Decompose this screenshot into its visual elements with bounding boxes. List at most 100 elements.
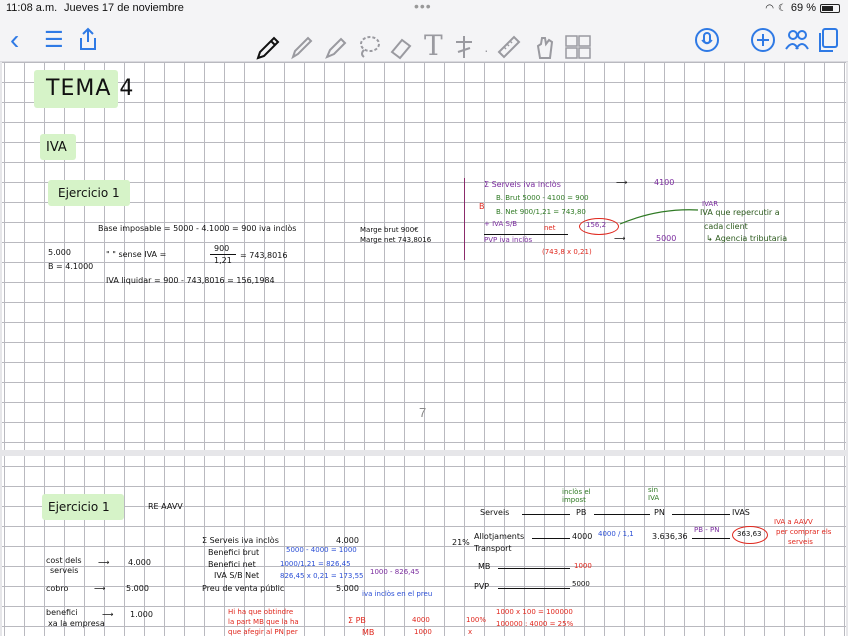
tbl-row1-line (522, 514, 570, 515)
tbl-row2-diff: PB - PN (694, 526, 720, 534)
rb-note-2: cada client (704, 222, 748, 231)
image-icon[interactable] (564, 34, 592, 65)
rb-serveis-val: 4100 (654, 178, 675, 187)
status-bar: 11:08 a.m. Jueves 17 de noviembre ••• ◠ … (0, 0, 848, 16)
mid-pvp: Preu de venta públic (202, 584, 285, 593)
mid-net: Benefici net (208, 560, 256, 569)
rb-calc: (743,8 x 0,21) (542, 248, 592, 256)
tbl-row4-val: 5000 (572, 580, 590, 588)
tbl-row4: PVP (474, 582, 490, 591)
benef-val: 1.000 (130, 610, 153, 619)
exercise2-title: Ejercicio 1 (48, 500, 110, 514)
tbl-pb-head: inclòs el impost (562, 488, 591, 504)
tbl-note-1: IVA a AAVV (774, 518, 813, 526)
text-icon[interactable]: T (424, 32, 443, 60)
marge-brut: Marge brut 900€ (360, 226, 419, 234)
separator-dot: · (484, 42, 489, 58)
microphone-icon[interactable] (694, 27, 720, 58)
tbl-ivas: IVAS (732, 508, 750, 517)
ruler-icon[interactable] (496, 34, 522, 65)
mid-iva: IVA S/B Net (214, 571, 260, 580)
mid-serveis-val: 4.000 (336, 536, 359, 545)
rb-serveis-arrow: ⟶ (616, 178, 628, 187)
list-icon[interactable]: ☰ (44, 28, 64, 52)
back-icon[interactable]: ‹ (10, 26, 19, 54)
eraser-icon[interactable] (388, 34, 414, 65)
cobro-label: cobro (46, 584, 69, 593)
rb-note-1: IVA que repercutir a (700, 208, 780, 217)
rb-b-brut: B. Brut 5000 - 4100 = 900 (496, 194, 589, 202)
benef-arrow: ⟶ (102, 610, 114, 619)
left-value-1: 5.000 (48, 248, 71, 257)
tbl-note-3: serveis (788, 538, 813, 546)
mid-red-1: Hi ha que obtindre (228, 608, 294, 616)
rb-iva-sb: + IVA S/B (484, 220, 518, 228)
tbl-row2a: Allotjaments (474, 532, 525, 541)
battery-icon (820, 3, 840, 13)
rb-b-label: B (479, 202, 485, 211)
base-line: Base imposable = 5000 - 4.1000 = 900 iva… (98, 224, 297, 233)
status-right: ◠ ☾ 69 % (765, 2, 840, 14)
fraction-bar (210, 254, 236, 255)
rb-b-net: B. Net 900/1,21 = 743,80 (496, 208, 586, 216)
mid-pvp-val: 5.000 (336, 584, 359, 593)
sense-line: " " sense IVA = (106, 250, 167, 259)
tbl-row3: MB (478, 562, 491, 571)
exercise-title: Ejercicio 1 (58, 186, 120, 200)
cost-val: 4.000 (128, 558, 151, 567)
mid-iva-alt: 1000 - 826,45 (370, 568, 420, 576)
benef-label-1: benefici (46, 608, 78, 617)
page-title: TEMA 4 (46, 76, 135, 101)
toolbar: ‹ ☰ T · (0, 16, 848, 62)
tbl-row3-line (498, 568, 570, 569)
cost-label-1: cost dels (46, 556, 82, 565)
mid-iva-val: 826,45 x 0,21 = 173,55 (280, 572, 364, 580)
tbl-row2b: Transport (474, 544, 512, 553)
people-icon[interactable] (784, 27, 810, 58)
tbl-row2-pb: 4000 (572, 532, 593, 541)
notebook-page-1[interactable]: TEMA 4 IVA Ejercicio 1 Base imposable = … (2, 62, 846, 450)
tbl-pct100: 100% (466, 616, 487, 624)
notebook-page-2[interactable]: Ejercicio 1 RE AAVV cost dels serveis ⟶ … (2, 456, 846, 636)
pages-icon[interactable] (818, 27, 840, 58)
rb-arrow-to-note (619, 209, 699, 225)
page-number: 7 (419, 405, 427, 420)
mid-red-2: la part MB que la ha (228, 618, 299, 626)
rb-serveis: Σ Serveis iva inclòs (484, 180, 561, 189)
status-time: 11:08 a.m. (6, 2, 58, 14)
section-title: IVA (46, 140, 67, 155)
cobro-arrow: ⟶ (94, 584, 106, 593)
mid-brut-val: 5000 - 4000 = 1000 (286, 546, 357, 554)
liquidar-line: IVA liquidar = 900 - 743,8016 = 156,1984 (106, 276, 275, 285)
add-icon[interactable] (750, 27, 776, 58)
mid-pvp-note: iva inclòs en el preu (362, 590, 433, 598)
frac-den: 1,21 (214, 256, 232, 265)
tbl-row2-line-2 (692, 538, 730, 539)
rb-pvp-arrow: ⟶ (614, 234, 626, 243)
tbl-row1-line-3 (672, 514, 730, 515)
rb-circle-val: 156,2 (586, 221, 607, 229)
multitasking-dots-icon[interactable]: ••• (414, 0, 432, 14)
rb-pvp-val: 5000 (656, 234, 677, 243)
cost-arrow: ⟶ (98, 558, 110, 567)
highlighter-icon[interactable] (324, 34, 348, 65)
rb-note-3: ↳ Agencia tributaria (706, 234, 788, 243)
benef-label-2: xa la empresa (48, 619, 105, 628)
hand-icon[interactable] (534, 34, 556, 65)
moon-icon: ☾ (777, 2, 787, 14)
lasso-icon[interactable] (356, 34, 382, 65)
mid-serveis: Σ Serveis iva inclòs (202, 536, 279, 545)
shapes-icon[interactable] (452, 34, 476, 65)
mid-net-val: 1000/1,21 = 826,45 (280, 560, 351, 568)
tbl-row1: Serveis (480, 508, 510, 517)
mid-pb-val: 4000 (412, 616, 430, 624)
rb-ivar: IVAR (702, 200, 719, 208)
tbl-pn: PN (654, 508, 665, 517)
pencil-icon[interactable] (290, 34, 314, 65)
tbl-row1-line-2 (594, 514, 650, 515)
tbl-calc-1: 1000 x 100 = 100000 (496, 608, 573, 616)
mid-pct: 21% (452, 538, 470, 547)
share-icon[interactable] (78, 27, 98, 56)
margin-divider (464, 178, 465, 260)
rb-net: net (544, 224, 556, 232)
